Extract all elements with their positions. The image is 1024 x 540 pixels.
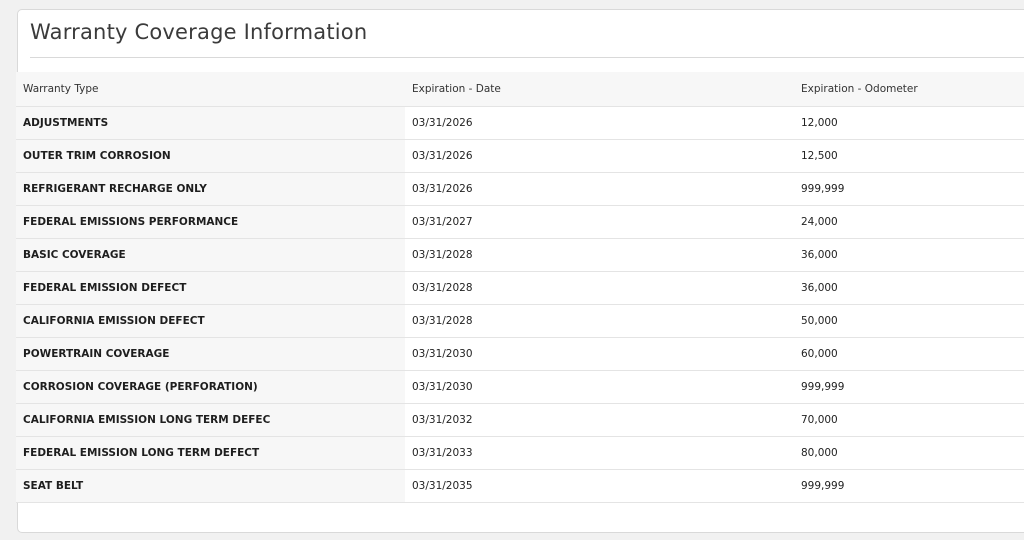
expiration-date-cell: 03/31/2030: [405, 370, 794, 404]
column-header-expiration-odometer: Expiration - Odometer: [794, 72, 1024, 107]
expiration-odometer-cell: 80,000: [794, 436, 1024, 470]
expiration-odometer-cell: 36,000: [794, 238, 1024, 272]
warranty-type-cell: CALIFORNIA EMISSION DEFECT: [16, 304, 405, 338]
table-row: SEAT BELT 03/31/2035 999,999: [16, 469, 1024, 503]
warranty-type-cell: REFRIGERANT RECHARGE ONLY: [16, 172, 405, 206]
table-row: OUTER TRIM CORROSION 03/31/2026 12,500: [16, 139, 1024, 173]
table-row: FEDERAL EMISSIONS PERFORMANCE 03/31/2027…: [16, 205, 1024, 239]
expiration-date-cell: 03/31/2032: [405, 403, 794, 437]
expiration-odometer-cell: 60,000: [794, 337, 1024, 371]
expiration-date-cell: 03/31/2035: [405, 469, 794, 503]
expiration-date-cell: 03/31/2028: [405, 271, 794, 305]
title-divider: [30, 57, 1024, 58]
column-header-warranty-type: Warranty Type: [16, 72, 405, 107]
table-row: BASIC COVERAGE 03/31/2028 36,000: [16, 238, 1024, 272]
expiration-odometer-cell: 70,000: [794, 403, 1024, 437]
expiration-odometer-cell: 999,999: [794, 469, 1024, 503]
table-row: REFRIGERANT RECHARGE ONLY 03/31/2026 999…: [16, 172, 1024, 206]
table-row: CALIFORNIA EMISSION DEFECT 03/31/2028 50…: [16, 304, 1024, 338]
expiration-date-cell: 03/31/2030: [405, 337, 794, 371]
table-body: ADJUSTMENTS 03/31/2026 12,000 OUTER TRIM…: [16, 106, 1024, 503]
expiration-date-cell: 03/31/2026: [405, 172, 794, 206]
table-row: CORROSION COVERAGE (PERFORATION) 03/31/2…: [16, 370, 1024, 404]
warranty-type-cell: OUTER TRIM CORROSION: [16, 139, 405, 173]
warranty-type-cell: ADJUSTMENTS: [16, 106, 405, 140]
column-header-expiration-date: Expiration - Date: [405, 72, 794, 107]
expiration-odometer-cell: 50,000: [794, 304, 1024, 338]
expiration-date-cell: 03/31/2028: [405, 238, 794, 272]
table-row: FEDERAL EMISSION DEFECT 03/31/2028 36,00…: [16, 271, 1024, 305]
warranty-table: Warranty Type Expiration - Date Expirati…: [16, 72, 1024, 503]
expiration-date-cell: 03/31/2026: [405, 139, 794, 173]
warranty-type-cell: SEAT BELT: [16, 469, 405, 503]
table-row: ADJUSTMENTS 03/31/2026 12,000: [16, 106, 1024, 140]
expiration-odometer-cell: 24,000: [794, 205, 1024, 239]
expiration-odometer-cell: 12,500: [794, 139, 1024, 173]
panel-title: Warranty Coverage Information: [30, 20, 368, 44]
header-row: Warranty Type Expiration - Date Expirati…: [16, 72, 1024, 107]
table-row: CALIFORNIA EMISSION LONG TERM DEFEC 03/3…: [16, 403, 1024, 437]
expiration-odometer-cell: 12,000: [794, 106, 1024, 140]
table-header: Warranty Type Expiration - Date Expirati…: [16, 72, 1024, 107]
expiration-date-cell: 03/31/2027: [405, 205, 794, 239]
table-row: POWERTRAIN COVERAGE 03/31/2030 60,000: [16, 337, 1024, 371]
expiration-odometer-cell: 36,000: [794, 271, 1024, 305]
warranty-type-cell: BASIC COVERAGE: [16, 238, 405, 272]
warranty-type-cell: FEDERAL EMISSION LONG TERM DEFECT: [16, 436, 405, 470]
expiration-odometer-cell: 999,999: [794, 370, 1024, 404]
expiration-date-cell: 03/31/2026: [405, 106, 794, 140]
expiration-odometer-cell: 999,999: [794, 172, 1024, 206]
table-row: FEDERAL EMISSION LONG TERM DEFECT 03/31/…: [16, 436, 1024, 470]
expiration-date-cell: 03/31/2033: [405, 436, 794, 470]
expiration-date-cell: 03/31/2028: [405, 304, 794, 338]
warranty-type-cell: POWERTRAIN COVERAGE: [16, 337, 405, 371]
warranty-type-cell: CALIFORNIA EMISSION LONG TERM DEFEC: [16, 403, 405, 437]
warranty-type-cell: FEDERAL EMISSIONS PERFORMANCE: [16, 205, 405, 239]
warranty-type-cell: FEDERAL EMISSION DEFECT: [16, 271, 405, 305]
warranty-type-cell: CORROSION COVERAGE (PERFORATION): [16, 370, 405, 404]
